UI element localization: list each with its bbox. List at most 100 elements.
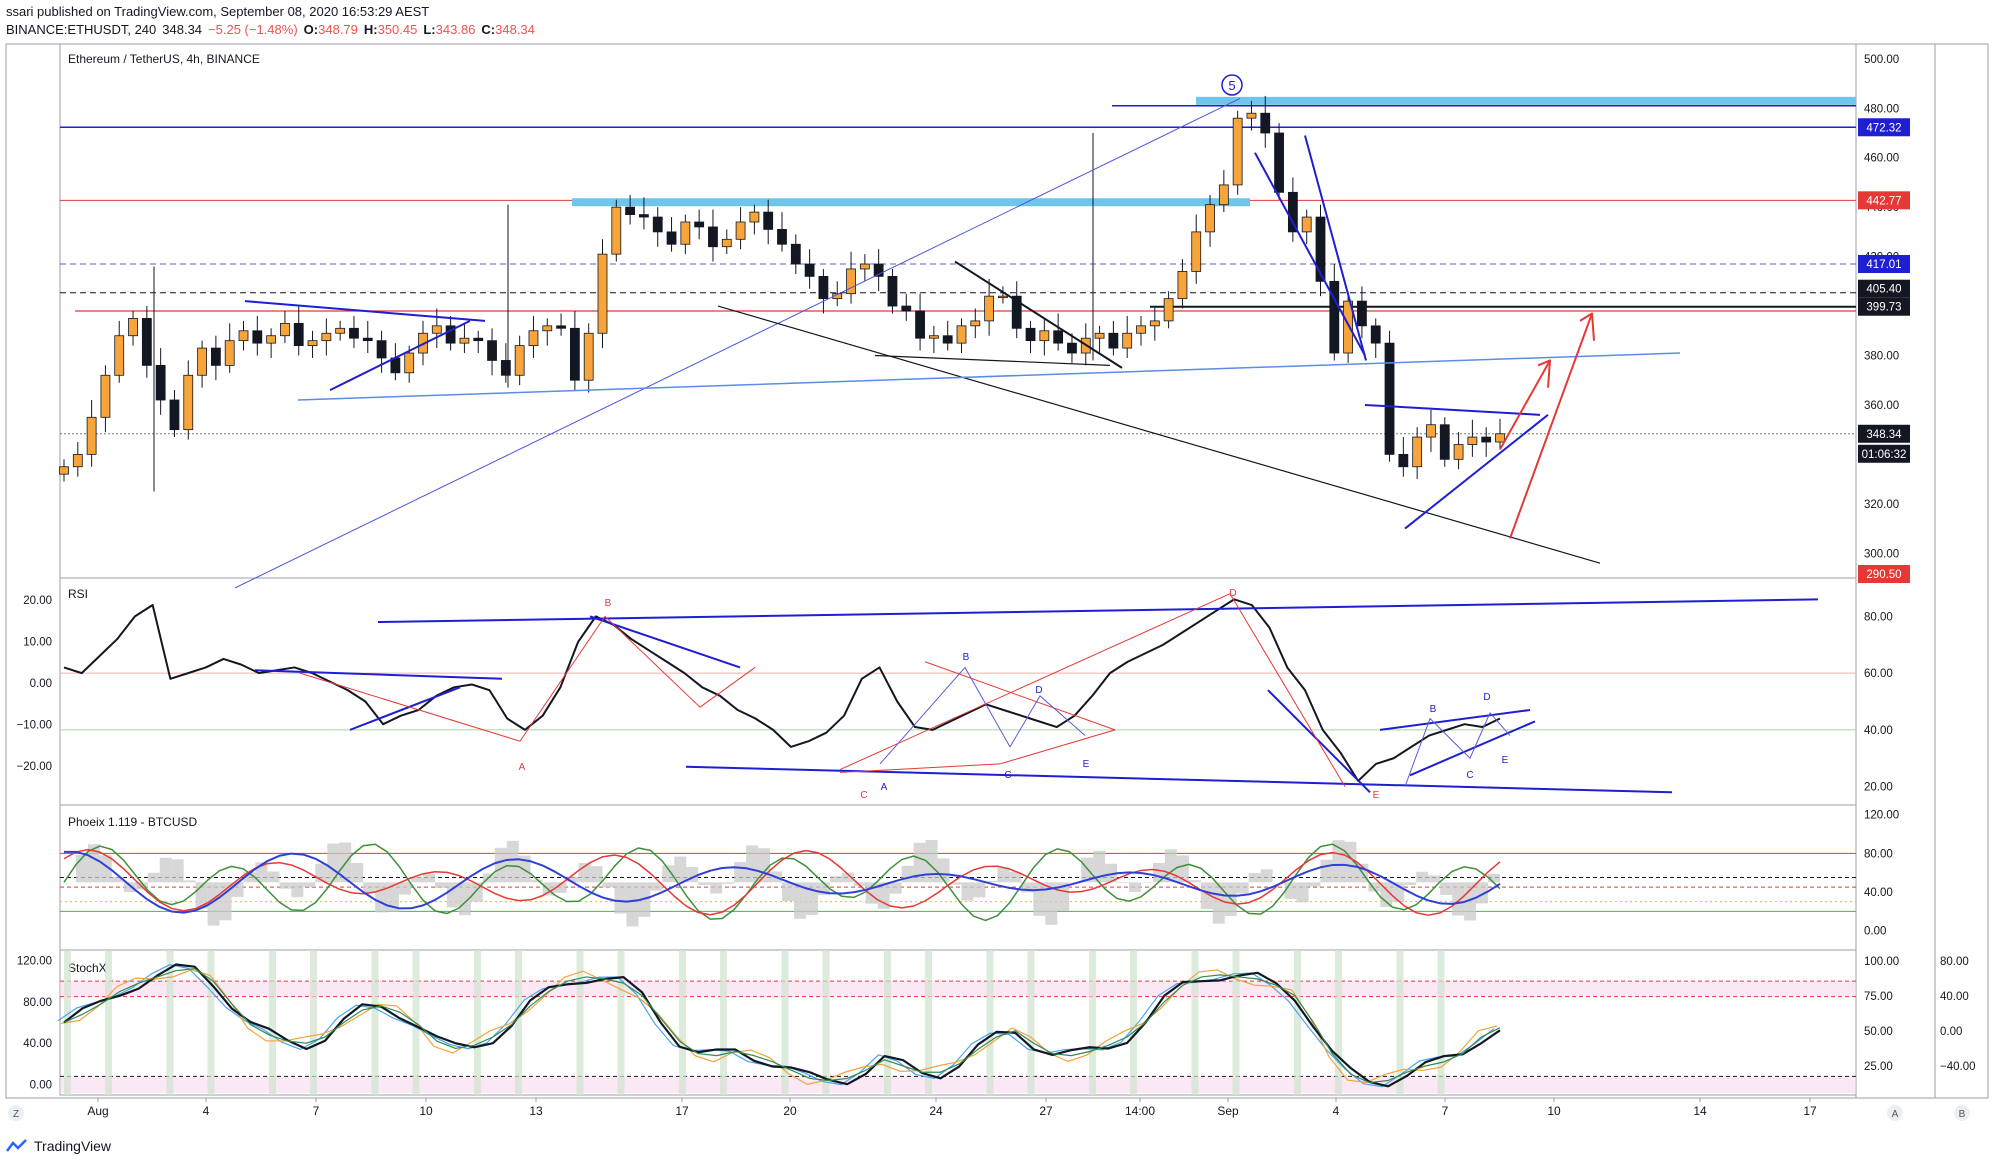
candle-body [542, 325, 553, 332]
price-tick-label: 300.00 [1864, 548, 1899, 560]
time-tick-label: 7 [1442, 1104, 1449, 1118]
candle-body [1246, 112, 1257, 119]
phoeix-histogram-bar [399, 882, 412, 895]
rsi-wave-label: D [1035, 685, 1042, 696]
candle-body [1370, 325, 1381, 344]
candle-body [487, 340, 497, 361]
phoeix-histogram-bar [961, 882, 974, 901]
candle-body [625, 206, 636, 215]
candle-body [459, 337, 470, 344]
stochx-right-tick-label: 80.00 [1940, 956, 1969, 968]
price-axis-label: 472.32 [1866, 122, 1901, 134]
zoom-button-label: Z [13, 1109, 19, 1120]
phoeix-histogram-bar [327, 843, 340, 883]
candle-body [597, 253, 608, 334]
candle-body [169, 399, 180, 431]
candle-body [280, 322, 290, 337]
candle-body [735, 221, 746, 240]
stoch-signal-bar [515, 950, 522, 1095]
phoeix-histogram-bar [351, 862, 364, 883]
stochx-right-tick-label: −40.00 [1940, 1061, 1976, 1073]
time-tick-label: 7 [313, 1104, 320, 1118]
candle-body [569, 327, 580, 381]
candle-body [404, 352, 415, 374]
candle-body [514, 345, 525, 376]
stochx-left-tick-label: 120.00 [17, 955, 52, 967]
falling-support-line [717, 305, 1601, 564]
rsi-tick-label: 20.00 [1864, 782, 1893, 794]
phoeix-histogram-bar [1332, 840, 1345, 883]
candle-body [1287, 191, 1298, 233]
candle-body [528, 330, 539, 347]
phoeix-histogram-bar [1117, 882, 1130, 884]
supply-zone-bar [572, 198, 1250, 207]
rsi-bottom-trend-line [685, 765, 1673, 794]
candle-body [721, 238, 732, 248]
price-tick-label: 480.00 [1864, 103, 1899, 115]
price-axis-label: 442.77 [1866, 195, 1901, 207]
phoeix-histogram-bar [375, 882, 388, 913]
stoch-signal-bar [1437, 950, 1445, 1095]
phoeix-title: Phoeix 1.119 - BTCUSD [68, 815, 197, 829]
price-axis-label: 399.73 [1866, 302, 1901, 314]
phoeix-histogram-bar [1260, 869, 1273, 883]
phoeix-histogram-bar [1212, 882, 1225, 924]
phoeix-histogram-bar [434, 882, 447, 888]
tradingview-footer[interactable]: TradingView [6, 1138, 111, 1154]
price-axis-label: 417.01 [1866, 259, 1901, 271]
phoeix-histogram-bar [829, 876, 842, 883]
candle-body [155, 364, 166, 401]
price-tick-label: 380.00 [1864, 351, 1899, 363]
phoeix-histogram-bar [1452, 882, 1465, 916]
time-tick-label: 24 [929, 1104, 943, 1118]
candle-body [956, 325, 967, 344]
phoeix-histogram-bar [1284, 882, 1297, 899]
candle-body [818, 275, 829, 300]
phoeix-histogram-bar [1416, 871, 1429, 883]
candle-body [1163, 298, 1174, 322]
stoch-signal-bar [617, 950, 625, 1095]
phoeix-histogram-bar [674, 856, 687, 883]
stoch-signal-bar [1335, 950, 1342, 1095]
candle-body [611, 206, 622, 255]
phoeix-histogram-bar [1248, 873, 1261, 883]
rsi-wave-label: D [1229, 588, 1236, 599]
phoeix-histogram-bar [494, 847, 507, 883]
candle-body [376, 340, 387, 359]
time-tick-label: 13 [529, 1104, 543, 1118]
candle-body [224, 340, 235, 366]
rsi-wave-label: E [1502, 755, 1509, 766]
stochx-left-tick-label: 80.00 [23, 997, 52, 1009]
phoeix-histogram-bar [303, 882, 316, 888]
candle-body [1426, 424, 1436, 438]
rsi-left-tick-label: −20.00 [17, 761, 53, 773]
main-chart-title: Ethereum / TetherUS, 4h, BINANCE [68, 52, 260, 66]
phoeix-histogram-bar [1176, 855, 1189, 883]
wedge-top-line [954, 260, 1123, 369]
wave-5-label: 5 [1228, 78, 1235, 93]
candle-body [1191, 231, 1202, 272]
candle-body [583, 332, 594, 381]
candle-body [1453, 444, 1464, 460]
rsi-title: RSI [68, 587, 88, 601]
candle-body [928, 335, 939, 339]
rsi-wave-label: B [963, 652, 970, 663]
phoeix-histogram-bar [602, 882, 615, 888]
phoeix-histogram-bar [889, 882, 902, 894]
rsi-left-tick-label: 0.00 [30, 678, 52, 690]
phoeix-histogram-bar [782, 882, 794, 902]
chart-canvas[interactable]: Ethereum / TetherUS, 4h, BINANCE 500.00 48… [0, 0, 1996, 1164]
rsi-wave-label: B [1430, 704, 1437, 715]
phoeix-histogram-bar [1129, 882, 1141, 893]
rsi-left-tick-label: 10.00 [23, 637, 52, 649]
phoeix-histogram-bar [698, 882, 711, 886]
stochx-tick-label: 100.00 [1864, 956, 1899, 968]
candle-body [1136, 325, 1146, 334]
phoeix-tick-label: 40.00 [1864, 887, 1893, 899]
phoeix-histogram-bar [1428, 875, 1441, 883]
candle-body [141, 318, 152, 366]
phoeix-tick-label: 0.00 [1864, 926, 1886, 938]
price-tick-label: 500.00 [1864, 54, 1899, 66]
candle-body [86, 416, 97, 455]
candle-body [652, 216, 663, 233]
